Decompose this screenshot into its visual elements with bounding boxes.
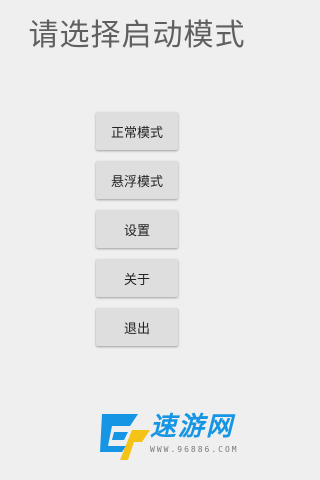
- floating-mode-button[interactable]: 悬浮模式: [96, 161, 178, 199]
- mode-menu: 正常模式 悬浮模式 设置 关于 退出: [96, 112, 178, 357]
- settings-button[interactable]: 设置: [96, 210, 178, 248]
- watermark: 速游网 WWW.96886.COM: [92, 408, 260, 464]
- watermark-name: 速游网: [150, 412, 235, 442]
- exit-button[interactable]: 退出: [96, 308, 178, 346]
- page-title: 请选择启动模式: [28, 18, 246, 53]
- about-button[interactable]: 关于: [96, 259, 178, 297]
- watermark-url: WWW.96886.COM: [150, 445, 239, 454]
- normal-mode-button[interactable]: 正常模式: [96, 112, 178, 150]
- watermark-logo-icon: [100, 414, 150, 460]
